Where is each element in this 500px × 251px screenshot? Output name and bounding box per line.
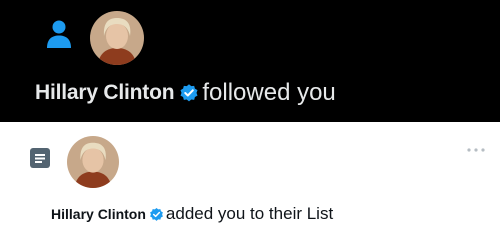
- notification-action-text: added you to their List: [165, 204, 334, 223]
- verified-badge-icon: [150, 207, 163, 221]
- list-icon: [30, 148, 50, 168]
- user-name[interactable]: Hillary Clinton: [51, 206, 146, 222]
- verified-badge-icon: [180, 84, 198, 102]
- avatar[interactable]: [90, 11, 144, 65]
- person-icon: [47, 20, 71, 48]
- avatar[interactable]: [67, 136, 119, 188]
- notification-action-text: followed you: [202, 79, 336, 106]
- follow-notification[interactable]: Hillary Clinton followed you: [0, 0, 500, 122]
- more-dots-icon[interactable]: [466, 146, 486, 154]
- user-name[interactable]: Hillary Clinton: [35, 81, 175, 105]
- list-notification[interactable]: Hillary Clinton added you to their List: [0, 122, 500, 251]
